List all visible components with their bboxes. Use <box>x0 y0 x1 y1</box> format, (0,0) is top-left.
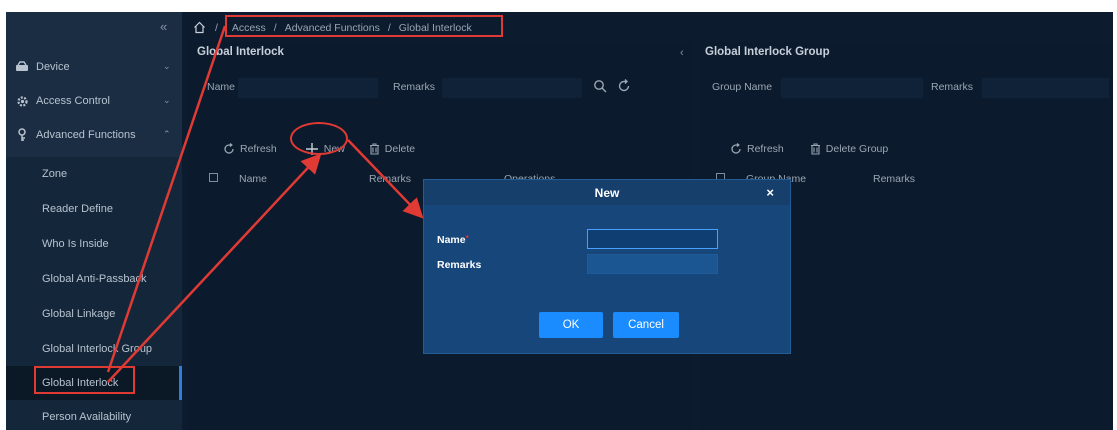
app-window: « Device ⌄ Access Control ⌄ Advanced Fun… <box>6 12 1113 430</box>
column-header-remarks[interactable]: Remarks <box>873 173 915 185</box>
filter-row: Group Name Remarks <box>699 76 1113 100</box>
dialog-title: New <box>594 186 620 200</box>
remarks-filter-input[interactable] <box>982 78 1109 98</box>
panel-title: Global Interlock Group <box>705 46 830 58</box>
name-input[interactable] <box>587 229 718 249</box>
refresh-icon <box>224 143 234 154</box>
sidebar-item-global-interlock-group[interactable]: Global Interlock Group <box>6 332 182 366</box>
annotation-sidebar-box <box>34 366 135 394</box>
panel-title: Global Interlock <box>197 46 284 58</box>
sidebar-item-global-anti-passback[interactable]: Global Anti-Passback <box>6 262 182 296</box>
sidebar-group-label: Access Control <box>36 95 110 107</box>
sidebar-item-global-linkage[interactable]: Global Linkage <box>6 297 182 331</box>
panel-collapse-button[interactable]: ‹ <box>680 47 684 59</box>
filter-row: Name Remarks <box>188 76 692 100</box>
column-header-remarks[interactable]: Remarks <box>369 173 411 185</box>
annotation-new-ellipse <box>290 122 348 155</box>
name-filter-input[interactable] <box>238 78 378 98</box>
delete-group-label: Delete Group <box>825 143 889 155</box>
search-icon[interactable] <box>593 79 607 96</box>
chevron-up-icon: ⌃ <box>163 129 171 139</box>
breadcrumb-separator: / <box>215 22 218 34</box>
group-name-filter-input[interactable] <box>781 78 923 98</box>
trash-icon <box>369 143 379 155</box>
sidebar-item-reader-define[interactable]: Reader Define <box>6 192 182 226</box>
remarks-filter-label: Remarks <box>393 81 436 93</box>
sidebar-item-who-is-inside[interactable]: Who Is Inside <box>6 227 182 261</box>
refresh-label: Refresh <box>747 143 784 155</box>
name-field-label: Name* <box>437 234 469 246</box>
sidebar-group-device[interactable]: Device ⌄ <box>6 52 182 82</box>
reset-icon[interactable] <box>617 79 631 96</box>
sidebar-item-person-availability[interactable]: Person Availability <box>6 400 182 430</box>
annotation-breadcrumb-box <box>225 15 503 37</box>
sidebar-item-zone[interactable]: Zone <box>6 157 182 191</box>
key-icon <box>14 128 30 142</box>
column-header-name[interactable]: Name <box>239 173 267 185</box>
cancel-button[interactable]: Cancel <box>613 312 679 338</box>
remarks-filter-input[interactable] <box>442 78 582 98</box>
home-icon[interactable] <box>193 21 207 35</box>
delete-label: Delete <box>384 143 416 155</box>
sidebar-group-advanced-functions[interactable]: Advanced Functions ⌃ <box>6 120 182 150</box>
refresh-label: Refresh <box>240 143 277 155</box>
delete-group-button[interactable]: Delete Group <box>810 143 888 155</box>
delete-button[interactable]: Delete <box>369 143 415 155</box>
chevron-down-icon: ⌄ <box>163 61 171 71</box>
required-mark: * <box>465 234 469 243</box>
sidebar-collapse-button[interactable]: « <box>160 19 167 34</box>
name-label-text: Name <box>437 234 466 246</box>
refresh-button[interactable]: Refresh <box>223 143 277 155</box>
close-icon[interactable]: × <box>766 185 774 200</box>
name-filter-label: Name <box>207 81 236 93</box>
toolbar: Refresh Delete Group <box>730 138 914 160</box>
gear-icon <box>14 94 30 108</box>
remarks-input[interactable] <box>587 254 718 274</box>
new-dialog: New × Name* Remarks OK Cancel <box>423 179 791 354</box>
sidebar-group-label: Device <box>36 61 70 73</box>
remarks-filter-label: Remarks <box>931 81 974 93</box>
sidebar-group-label: Advanced Functions <box>36 129 136 141</box>
device-icon <box>14 60 30 74</box>
ok-button[interactable]: OK <box>539 312 603 338</box>
group-name-filter-label: Group Name <box>712 81 773 93</box>
chevron-down-icon: ⌄ <box>163 95 171 105</box>
dialog-header: New × <box>424 180 790 205</box>
refresh-button[interactable]: Refresh <box>730 143 784 155</box>
remarks-field-label: Remarks <box>437 259 482 271</box>
sidebar-group-access-control[interactable]: Access Control ⌄ <box>6 86 182 116</box>
select-all-checkbox[interactable] <box>209 173 218 182</box>
trash-icon <box>810 143 820 155</box>
refresh-icon <box>731 143 741 154</box>
